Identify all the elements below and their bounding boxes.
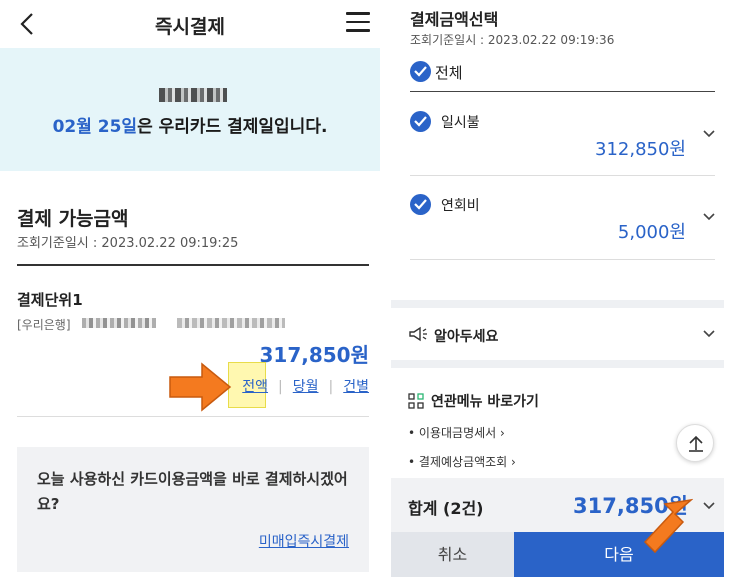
divider [17, 264, 369, 266]
per-item-link[interactable]: 건별 [343, 379, 369, 395]
section-title: 결제 가능금액 [17, 208, 129, 230]
notice-label: 알아두세요 [434, 329, 499, 345]
chevron-down-icon [703, 330, 715, 338]
banner-text: 02월 25일은 우리카드 결제일입니다. [0, 112, 380, 137]
masked-account-number [82, 318, 156, 328]
divider [410, 259, 715, 260]
pointer-arrow-icon [169, 362, 232, 412]
chevron-down-icon [703, 502, 715, 510]
payment-date-banner: 02월 25일은 우리카드 결제일입니다. [0, 48, 380, 171]
masked-name [159, 88, 227, 102]
chevron-down-icon[interactable] [702, 210, 716, 224]
query-timestamp: 조회기준일시 : 2023.02.22 09:19:25 [17, 236, 239, 251]
scroll-top-button[interactable] [676, 424, 714, 462]
promo-box: 오늘 사용하신 카드이용금액을 바로 결제하시겠어요? 미매입즉시결제 [17, 447, 369, 572]
item-checkbox[interactable] [410, 111, 431, 132]
payable-amount: 317,850원 [259, 343, 370, 367]
item-label: 일시불 [441, 115, 480, 131]
bank-label: [우리은행] [17, 318, 71, 332]
amount-selection-title: 결제금액선택 [410, 10, 499, 29]
payment-option-links: 전액 | 당월 | 건별 [242, 376, 369, 396]
arrow-up-icon [689, 435, 703, 452]
related-link-statement[interactable]: • 이용대금명세서 › [408, 424, 505, 441]
section-divider [391, 300, 724, 308]
total-label: 합계 (2건) [408, 499, 484, 518]
select-all-label: 전체 [435, 64, 463, 82]
unpurchased-instant-payment-link[interactable]: 미매입즉시결제 [259, 531, 349, 551]
current-month-link[interactable]: 당월 [293, 379, 319, 395]
page-title: 즉시결제 [155, 16, 225, 38]
megaphone-icon [409, 326, 427, 342]
item-amount: 5,000원 [617, 222, 686, 243]
check-icon [414, 116, 427, 127]
item-label: 연회비 [441, 198, 480, 214]
item-amount: 312,850원 [595, 139, 686, 160]
promo-text: 오늘 사용하신 카드이용금액을 바로 결제하시겠어요? [37, 470, 348, 513]
hamburger-menu-icon[interactable] [346, 12, 370, 32]
item-checkbox[interactable] [410, 194, 431, 215]
divider [17, 416, 369, 417]
payment-date: 02월 25일 [52, 117, 138, 137]
immediate-payment-screen: 즉시결제 02월 25일은 우리카드 결제일입니다. 결제 가능금액 조회기준일… [0, 0, 380, 577]
related-link-expected-amount[interactable]: • 결제예상금액조회 › [408, 453, 516, 470]
cancel-button[interactable]: 취소 [391, 532, 514, 577]
separator: | [278, 379, 283, 395]
check-icon [414, 66, 427, 77]
separator: | [328, 379, 334, 395]
masked-account-holder [177, 318, 285, 328]
divider [410, 91, 715, 92]
section-divider [391, 360, 724, 368]
related-link-label: 결제예상금액조회 [418, 455, 508, 469]
pointer-arrow-icon [643, 498, 693, 554]
notice-accordion[interactable]: 알아두세요 [391, 308, 724, 360]
full-amount-link[interactable]: 전액 [242, 379, 268, 395]
chevron-down-icon[interactable] [702, 127, 716, 141]
select-all-checkbox[interactable] [410, 61, 431, 82]
query-timestamp: 조회기준일시 : 2023.02.22 09:19:36 [410, 33, 615, 47]
related-link-label: 이용대금명세서 [418, 426, 497, 440]
banner-text-suffix: 은 우리카드 결제일입니다. [137, 117, 328, 137]
payment-unit-title: 결제단위1 [17, 291, 83, 309]
check-icon [414, 199, 427, 210]
amount-selection-screen: 결제금액선택 조회기준일시 : 2023.02.22 09:19:36 전체 일… [391, 0, 724, 577]
header: 즉시결제 [0, 0, 380, 48]
menu-grid-icon [408, 393, 424, 409]
related-menu-title: 연관메뉴 바로가기 [431, 394, 539, 410]
divider [410, 175, 715, 176]
